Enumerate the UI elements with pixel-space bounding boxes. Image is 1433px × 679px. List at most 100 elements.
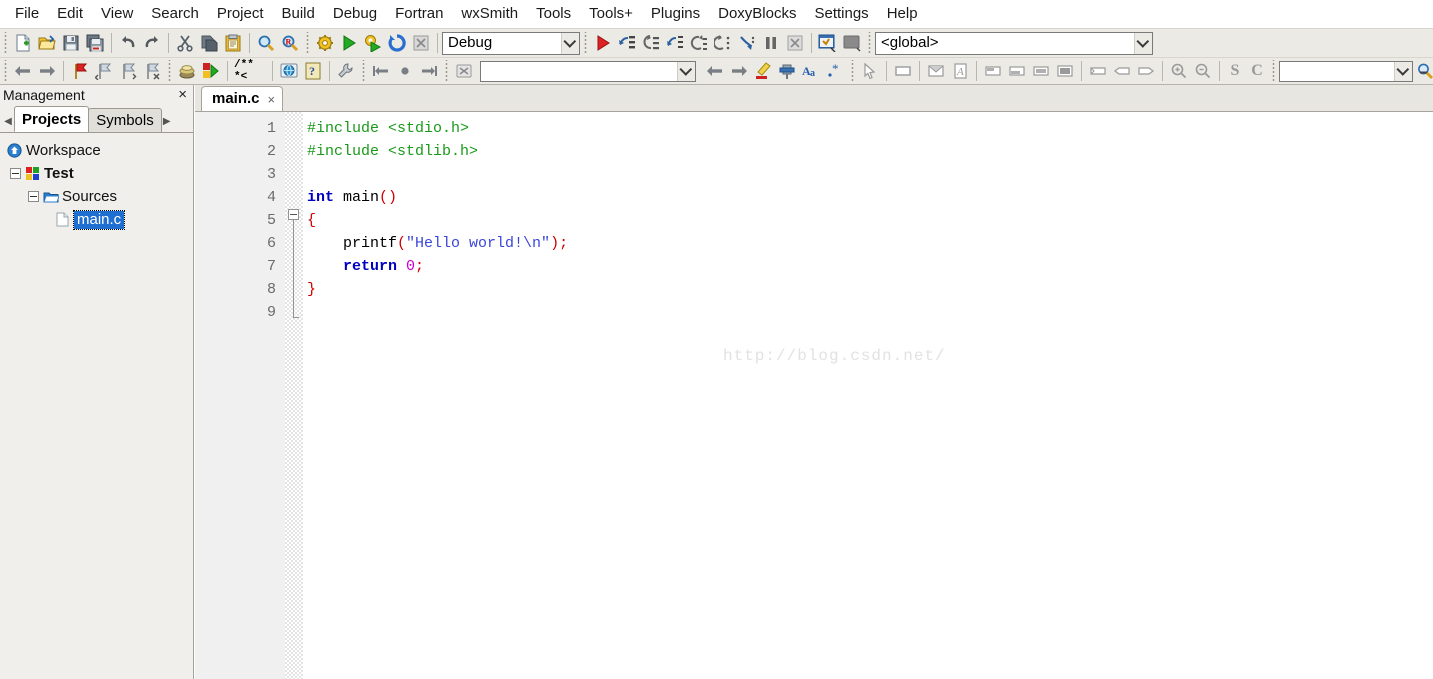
code-text[interactable]: #include <stdio.h> #include <stdlib.h> in… [303, 112, 1433, 679]
new-file-icon[interactable] [12, 32, 34, 54]
nav-forward-icon[interactable] [36, 60, 58, 82]
menu-item-project[interactable]: Project [208, 2, 273, 26]
menu-item-view[interactable]: View [92, 2, 142, 26]
code-line[interactable]: #include <stdio.h> [303, 117, 1433, 140]
find-icon[interactable] [255, 32, 277, 54]
nav-back-icon[interactable] [12, 60, 34, 82]
toolbar-gripper[interactable] [166, 60, 173, 82]
tree-item-workspace[interactable]: Workspace [4, 139, 193, 162]
replace-icon[interactable]: R [279, 32, 301, 54]
various-info-icon[interactable] [841, 32, 863, 54]
code-line[interactable]: #include <stdlib.h> [303, 140, 1433, 163]
redo-icon[interactable] [141, 32, 163, 54]
tab-projects[interactable]: Projects [14, 106, 90, 132]
doxyblocks-config-icon[interactable] [335, 60, 357, 82]
save-all-icon[interactable] [84, 32, 106, 54]
menu-item-search[interactable]: Search [142, 2, 208, 26]
build-icon[interactable] [314, 32, 336, 54]
run-to-cursor-icon[interactable] [640, 32, 662, 54]
break-debugger-icon[interactable] [760, 32, 782, 54]
code-line[interactable]: int main() [303, 186, 1433, 209]
toolbar-gripper[interactable] [360, 60, 367, 82]
toolbar-gripper[interactable] [443, 60, 450, 82]
code-line[interactable]: { [303, 209, 1433, 232]
menu-item-doxyblocks[interactable]: DoxyBlocks [709, 2, 805, 26]
step-into-instruction-icon[interactable] [736, 32, 758, 54]
build-and-run-icon[interactable] [362, 32, 384, 54]
toolbar-gripper[interactable] [1270, 60, 1277, 82]
debugging-windows-icon[interactable] [817, 32, 839, 54]
menu-item-file[interactable]: File [6, 2, 48, 26]
extract-documentation-icon[interactable] [200, 60, 222, 82]
panel-tool-icon[interactable] [892, 60, 914, 82]
doxyblocks-comment-icon[interactable]: /** *< [233, 59, 267, 83]
tree-expander-icon[interactable] [10, 168, 21, 179]
code-line[interactable] [303, 163, 1433, 186]
code-line[interactable]: printf("Hello world!\n"); [303, 232, 1433, 255]
previous-bookmark-icon[interactable] [93, 60, 115, 82]
menu-item-tools[interactable]: Tools [527, 2, 580, 26]
step-into-icon[interactable] [616, 32, 638, 54]
toolbar-gripper[interactable] [849, 60, 856, 82]
chevron-down-icon[interactable] [561, 32, 579, 54]
tab-symbols[interactable]: Symbols [88, 108, 162, 132]
abort-icon[interactable] [410, 32, 432, 54]
fold-toggle-icon[interactable] [288, 209, 299, 220]
menu-item-settings[interactable]: Settings [805, 2, 877, 26]
tabs-scroll-left-icon[interactable]: ◀ [2, 110, 14, 132]
open-file-icon[interactable] [36, 32, 58, 54]
chevron-down-icon[interactable] [1394, 61, 1412, 81]
code-line[interactable] [303, 301, 1433, 324]
highlight-matches-icon[interactable] [752, 60, 774, 82]
toolbar-gripper[interactable] [2, 32, 9, 54]
menu-item-wxsmith[interactable]: wxSmith [452, 2, 527, 26]
undo-icon[interactable] [117, 32, 139, 54]
code-line[interactable]: return 0; [303, 255, 1433, 278]
chevron-down-icon[interactable] [1134, 32, 1152, 54]
step-out-icon[interactable] [688, 32, 710, 54]
incremental-search-input[interactable] [480, 60, 696, 82]
preview-tool-icon[interactable] [925, 60, 947, 82]
expand-icon[interactable] [1054, 60, 1076, 82]
fold-margin[interactable] [285, 112, 303, 679]
clear-bookmarks-icon[interactable] [141, 60, 163, 82]
run-icon[interactable] [338, 32, 360, 54]
shrink-left-icon[interactable] [1111, 60, 1133, 82]
close-icon[interactable]: × [176, 87, 189, 102]
code-completion-scope-select[interactable]: <global> [875, 31, 1153, 55]
edit-tool-icon[interactable]: A [949, 60, 971, 82]
selected-text-only-icon[interactable] [776, 60, 798, 82]
toolbar-gripper[interactable] [582, 32, 589, 54]
menu-item-fortran[interactable]: Fortran [386, 2, 452, 26]
stop-debugger-icon[interactable] [784, 32, 806, 54]
code-editor[interactable]: 123456789 #include <stdio.h> #include <st… [195, 112, 1433, 679]
editor-tab-main-c[interactable]: main.c × [201, 86, 284, 111]
symbol-search-icon[interactable] [1414, 60, 1433, 82]
regex-icon[interactable]: * [824, 60, 846, 82]
doxywizard-icon[interactable] [176, 60, 198, 82]
match-case-icon[interactable]: Aa [800, 60, 822, 82]
paste-icon[interactable] [222, 32, 244, 54]
menu-item-debug[interactable]: Debug [324, 2, 386, 26]
source-tool-icon[interactable]: S [1225, 60, 1245, 82]
menu-item-edit[interactable]: Edit [48, 2, 92, 26]
next-instruction-icon[interactable] [712, 32, 734, 54]
toolbar-gripper[interactable] [866, 32, 873, 54]
build-target-select[interactable]: Debug [442, 31, 580, 55]
menu-item-help[interactable]: Help [878, 2, 927, 26]
shrink-right-icon[interactable] [1135, 60, 1157, 82]
tabs-scroll-right-icon[interactable]: ▶ [161, 110, 173, 132]
doxyblocks-html-icon[interactable] [278, 60, 300, 82]
stretch-horizontal-icon[interactable] [1087, 60, 1109, 82]
jump-forward-icon[interactable] [418, 60, 440, 82]
zoom-out-icon[interactable] [1192, 60, 1214, 82]
next-line-icon[interactable] [664, 32, 686, 54]
close-icon[interactable]: × [268, 93, 276, 106]
debug-continue-icon[interactable] [592, 32, 614, 54]
menu-item-plugins[interactable]: Plugins [642, 2, 709, 26]
doxyblocks-chm-icon[interactable]: ? [302, 60, 324, 82]
search-next-icon[interactable] [728, 60, 750, 82]
save-icon[interactable] [60, 32, 82, 54]
zoom-in-icon[interactable] [1168, 60, 1190, 82]
tree-item-file[interactable]: main.c [4, 208, 193, 231]
